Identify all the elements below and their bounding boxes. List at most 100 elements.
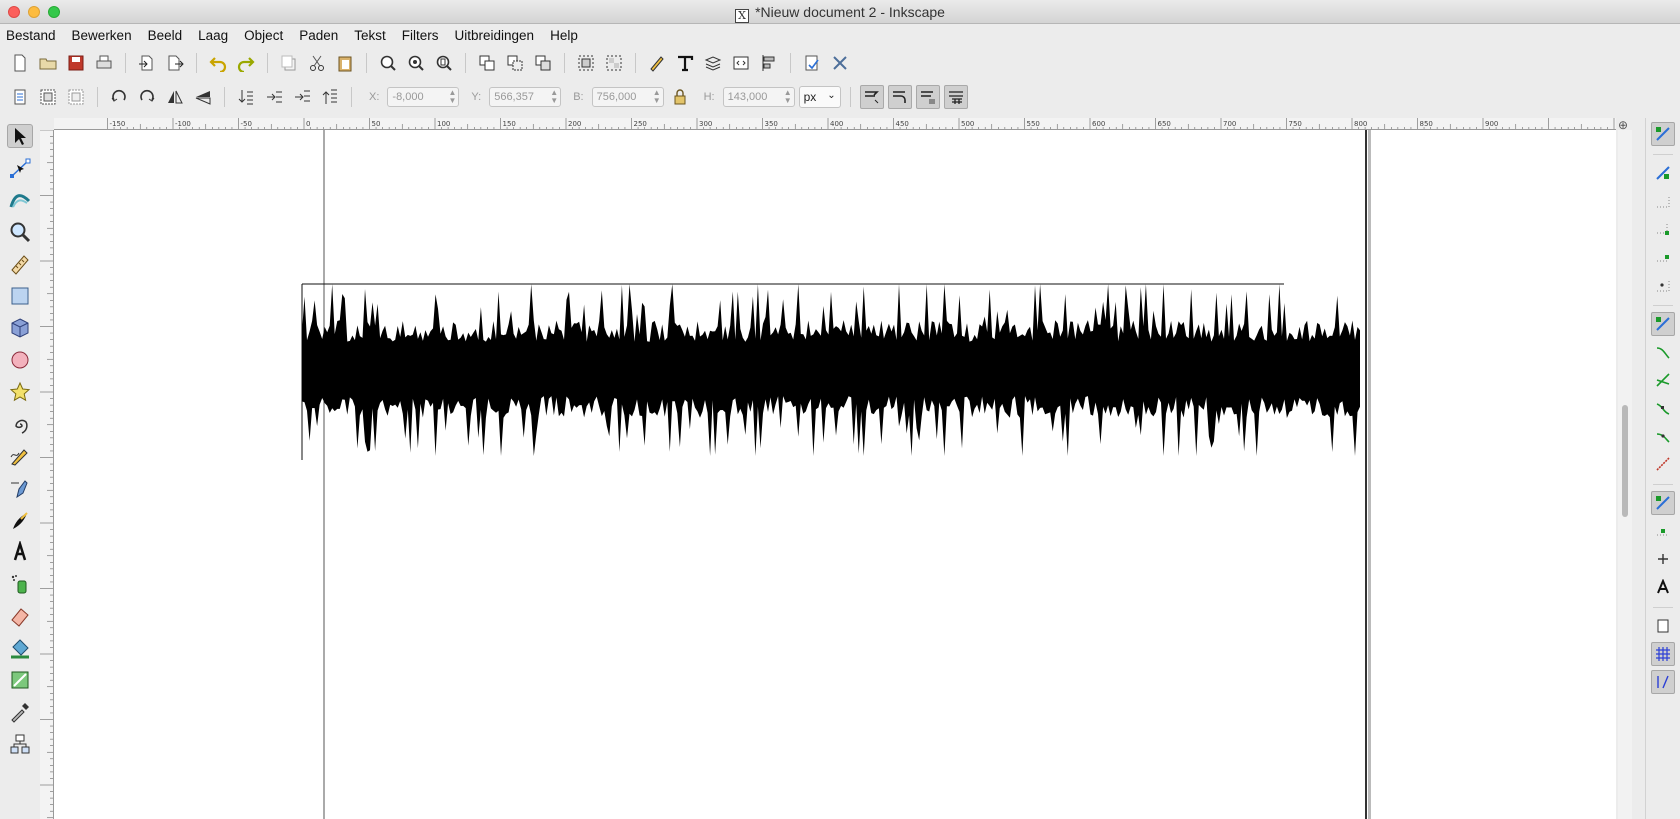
tweak-tool[interactable] [7, 188, 33, 212]
snap-bbox-corner-toggle[interactable] [1651, 217, 1675, 241]
export-button[interactable] [163, 51, 187, 75]
x-field[interactable]: -8,000 ▲ ▼ [387, 87, 460, 107]
pencil-tool[interactable] [7, 444, 33, 468]
vertical-ruler[interactable] [40, 130, 54, 819]
vertical-scrollbar-thumb[interactable] [1622, 405, 1628, 517]
paste-button[interactable] [333, 51, 357, 75]
new-document-button[interactable] [8, 51, 32, 75]
eraser-tool[interactable] [7, 604, 33, 628]
horizontal-ruler[interactable]: -150 -100 -50 0 50 100 150 200 250 300 350 400 450 50… [54, 118, 1616, 130]
snap-bbox-toggle[interactable] [1651, 161, 1675, 185]
spiral-tool[interactable] [7, 412, 33, 436]
menu-tekst[interactable]: Tekst [354, 28, 394, 43]
lower-to-bottom-button[interactable] [234, 85, 258, 109]
snap-nodes-toggle[interactable] [1651, 312, 1675, 336]
preferences-button[interactable] [828, 51, 852, 75]
lock-ratio-button[interactable] [668, 85, 692, 109]
flip-vertical-button[interactable] [191, 85, 215, 109]
menu-help[interactable]: Help [550, 28, 586, 43]
scale-corners-toggle[interactable] [887, 85, 912, 109]
snap-cusp-nodes-toggle[interactable] [1651, 396, 1675, 420]
gradient-tool[interactable] [7, 668, 33, 692]
node-tool[interactable] [7, 156, 33, 180]
spin-arrows-icon[interactable]: ▲ ▼ [448, 89, 456, 105]
text-tool[interactable] [7, 540, 33, 564]
drawing-canvas[interactable] [54, 130, 1616, 819]
ellipse-tool[interactable] [7, 348, 33, 372]
snap-paths-toggle[interactable] [1651, 340, 1675, 364]
clone-button[interactable] [503, 51, 527, 75]
menu-beeld[interactable]: Beeld [148, 28, 191, 43]
rectangle-tool[interactable] [7, 284, 33, 308]
snap-enable-toggle[interactable] [1651, 122, 1675, 146]
copy-button[interactable] [277, 51, 301, 75]
menu-bewerken[interactable]: Bewerken [72, 28, 140, 43]
unlink-clone-button[interactable] [531, 51, 555, 75]
snap-bbox-edge-toggle[interactable] [1651, 189, 1675, 213]
spin-arrows-icon[interactable]: ▲ ▼ [550, 89, 558, 105]
snap-bbox-midpoint-toggle[interactable] [1651, 245, 1675, 269]
fill-stroke-button[interactable] [645, 51, 669, 75]
zoom-selection-button[interactable] [376, 51, 400, 75]
layers-button[interactable] [701, 51, 725, 75]
snap-text-baseline-toggle[interactable] [1651, 575, 1675, 599]
rotate-ccw-button[interactable] [107, 85, 131, 109]
save-button[interactable] [64, 51, 88, 75]
paint-bucket-tool[interactable] [7, 636, 33, 660]
selector-tool[interactable] [7, 124, 33, 148]
zoom-tool[interactable] [7, 220, 33, 244]
document-properties-button[interactable] [800, 51, 824, 75]
zoom-page-button[interactable] [432, 51, 456, 75]
scale-stroke-toggle[interactable] [859, 85, 884, 109]
spin-arrows-icon[interactable]: ▲ ▼ [653, 89, 661, 105]
3d-box-tool[interactable] [7, 316, 33, 340]
raise-button[interactable] [290, 85, 314, 109]
import-button[interactable] [135, 51, 159, 75]
group-button[interactable] [574, 51, 598, 75]
y-field[interactable]: 566,357 ▲ ▼ [489, 87, 562, 107]
menu-paden[interactable]: Paden [299, 28, 346, 43]
snap-smooth-nodes-toggle[interactable] [1651, 424, 1675, 448]
cut-button[interactable] [305, 51, 329, 75]
menu-laag[interactable]: Laag [198, 28, 236, 43]
menu-bestand[interactable]: Bestand [6, 28, 64, 43]
vertical-scrollbar[interactable] [1618, 130, 1632, 819]
snap-rotation-center-toggle[interactable] [1651, 547, 1675, 571]
open-document-button[interactable] [36, 51, 60, 75]
select-all-layers-button[interactable] [36, 85, 60, 109]
dropper-tool[interactable] [7, 700, 33, 724]
snap-object-midpoints-toggle[interactable] [1651, 519, 1675, 543]
unit-select[interactable]: px ⌄ [798, 86, 841, 108]
spin-arrows-icon[interactable]: ▲ ▼ [784, 89, 792, 105]
pen-tool[interactable] [7, 476, 33, 500]
spray-tool[interactable] [7, 572, 33, 596]
align-distribute-button[interactable] [757, 51, 781, 75]
menu-object[interactable]: Object [244, 28, 291, 43]
measure-tool[interactable] [7, 252, 33, 276]
star-tool[interactable] [7, 380, 33, 404]
deselect-button[interactable] [64, 85, 88, 109]
transform-gradients-toggle[interactable] [915, 85, 940, 109]
waveform-shape[interactable] [302, 284, 1360, 456]
snap-page-border-toggle[interactable] [1651, 614, 1675, 638]
width-field[interactable]: 756,000 ▲ ▼ [591, 87, 664, 107]
snap-grid-toggle[interactable] [1651, 642, 1675, 666]
xml-editor-button[interactable] [729, 51, 753, 75]
raise-to-top-button[interactable] [318, 85, 342, 109]
ungroup-button[interactable] [602, 51, 626, 75]
transform-patterns-toggle[interactable] [943, 85, 968, 109]
connector-tool[interactable] [7, 732, 33, 756]
snap-line-midpoints-toggle[interactable] [1651, 452, 1675, 476]
undo-button[interactable] [206, 51, 230, 75]
flip-horizontal-button[interactable] [163, 85, 187, 109]
print-button[interactable] [92, 51, 116, 75]
snap-others-toggle[interactable] [1651, 491, 1675, 515]
text-font-button[interactable] [673, 51, 697, 75]
select-all-button[interactable] [8, 85, 32, 109]
duplicate-button[interactable] [475, 51, 499, 75]
snap-intersections-toggle[interactable] [1651, 368, 1675, 392]
rotate-cw-button[interactable] [135, 85, 159, 109]
zoom-drawing-button[interactable] [404, 51, 428, 75]
snap-bbox-center-toggle[interactable] [1651, 273, 1675, 297]
calligraphy-tool[interactable] [7, 508, 33, 532]
